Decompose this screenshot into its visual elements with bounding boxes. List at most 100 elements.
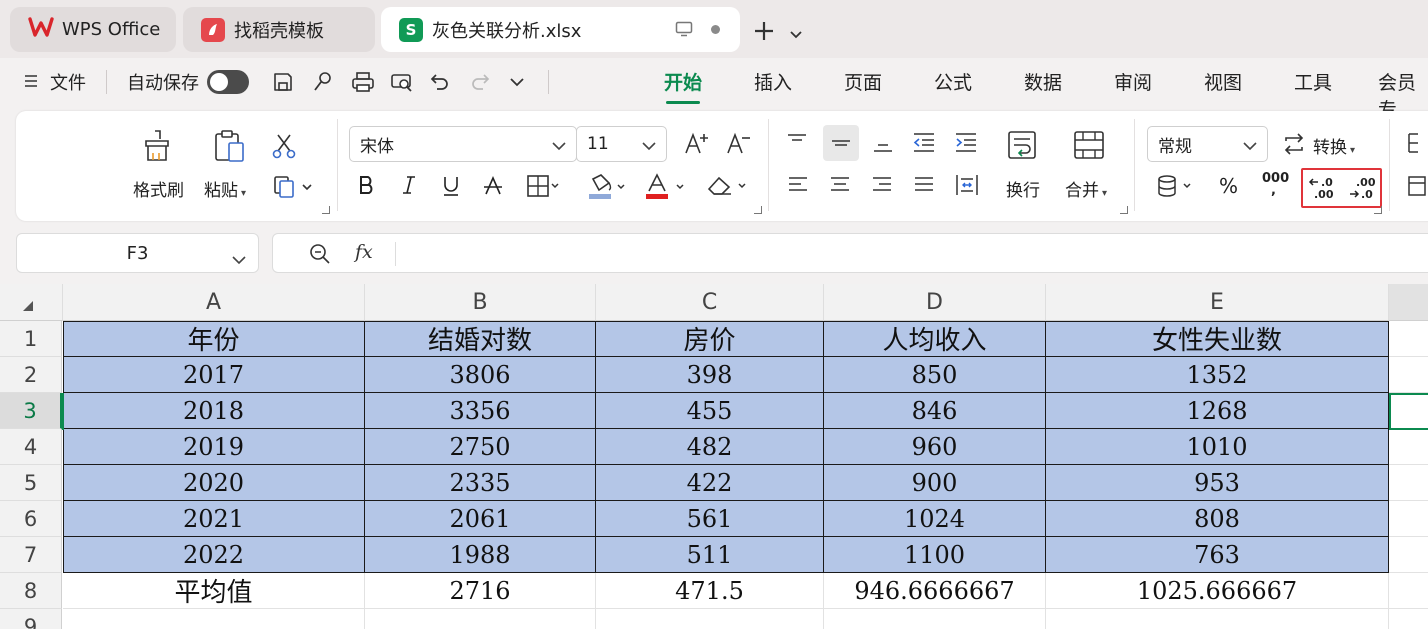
tab-list-chevron-icon[interactable]	[790, 24, 802, 43]
table-cell[interactable]: 平均值	[63, 573, 365, 609]
fx-icon[interactable]: fx	[355, 241, 373, 263]
table-cell[interactable]: 2335	[365, 465, 596, 501]
copy-icon[interactable]	[273, 175, 313, 199]
table-cell[interactable]	[365, 609, 596, 629]
row-header[interactable]: 9	[0, 609, 62, 629]
row-header[interactable]: 3	[0, 393, 62, 429]
table-cell[interactable]: 1025.666667	[1046, 573, 1389, 609]
undo-icon[interactable]	[430, 68, 450, 96]
align-right-icon[interactable]	[871, 175, 893, 195]
table-cell[interactable]: 511	[596, 537, 824, 573]
tab-tools[interactable]: 工具	[1294, 68, 1332, 95]
underline-icon[interactable]	[442, 175, 460, 197]
accounting-format-icon[interactable]	[1156, 174, 1196, 198]
increase-font-size-icon[interactable]	[684, 131, 710, 155]
tab-wps-office[interactable]: WPS Office	[10, 7, 176, 52]
font-launcher-icon[interactable]	[754, 206, 762, 214]
column-header-e[interactable]: E	[1046, 284, 1389, 321]
tab-insert[interactable]: 插入	[754, 68, 792, 95]
wrap-text-icon[interactable]	[1006, 129, 1040, 163]
table-cell[interactable]: 455	[596, 393, 824, 429]
table-cell[interactable]: 900	[824, 465, 1046, 501]
row-header[interactable]: 5	[0, 465, 62, 501]
table-cell[interactable]: 2017	[63, 357, 365, 393]
tab-home[interactable]: 开始	[664, 68, 702, 104]
table-cell[interactable]	[596, 609, 824, 629]
font-size-select[interactable]: 11	[576, 126, 667, 162]
merge-cells-icon[interactable]	[1072, 129, 1106, 163]
table-cell[interactable]: 846	[824, 393, 1046, 429]
formula-input[interactable]: fx	[272, 233, 1428, 273]
table-cell[interactable]: 1010	[1046, 429, 1389, 465]
cell-style-icon[interactable]	[1406, 174, 1428, 198]
column-header-a[interactable]: A	[63, 284, 365, 321]
merge-cells-label[interactable]: 合并 ▾	[1065, 176, 1107, 201]
column-header-d[interactable]: D	[824, 284, 1046, 321]
distribute-icon[interactable]	[955, 173, 979, 197]
table-cell[interactable]	[63, 609, 365, 629]
cut-icon[interactable]	[271, 133, 297, 159]
column-header-f[interactable]	[1389, 284, 1428, 321]
table-cell[interactable]: 3806	[365, 357, 596, 393]
window-icon[interactable]	[675, 21, 693, 42]
save-icon[interactable]	[272, 68, 294, 96]
file-menu[interactable]: 文件	[24, 68, 86, 96]
table-cell[interactable]: 房价	[596, 321, 824, 357]
row-header[interactable]: 6	[0, 501, 62, 537]
table-cell[interactable]: 2018	[63, 393, 365, 429]
new-tab-plus-icon[interactable]	[753, 20, 775, 46]
table-cell[interactable]: 人均收入	[824, 321, 1046, 357]
align-top-icon[interactable]	[786, 131, 808, 151]
column-header-c[interactable]: C	[596, 284, 824, 321]
strikethrough-icon[interactable]	[483, 175, 503, 197]
tab-view[interactable]: 视图	[1204, 68, 1242, 95]
table-cell[interactable]: 1024	[824, 501, 1046, 537]
align-center-icon[interactable]	[829, 175, 851, 195]
tab-review[interactable]: 审阅	[1114, 68, 1152, 95]
thousands-separator-icon[interactable]: 000,	[1262, 172, 1289, 197]
row-header[interactable]: 7	[0, 537, 62, 573]
table-cell[interactable]: 946.6666667	[824, 573, 1046, 609]
alignment-launcher-icon[interactable]	[1120, 206, 1128, 214]
align-left-icon[interactable]	[787, 175, 809, 195]
more-chevron-icon[interactable]	[510, 68, 524, 96]
table-cell[interactable]: 953	[1046, 465, 1389, 501]
chevron-down-icon[interactable]	[232, 249, 246, 270]
tab-formula[interactable]: 公式	[934, 68, 972, 95]
conditional-format-icon[interactable]	[1406, 131, 1428, 155]
paste-icon[interactable]	[213, 129, 247, 163]
increase-indent-icon[interactable]	[954, 131, 978, 153]
table-cell[interactable]: 3356	[365, 393, 596, 429]
decrease-decimal-icon[interactable]: .00.0	[1348, 174, 1376, 200]
clipboard-launcher-icon[interactable]	[322, 206, 330, 214]
bold-icon[interactable]	[358, 175, 376, 195]
italic-icon[interactable]	[400, 175, 418, 195]
row-header[interactable]: 4	[0, 429, 62, 465]
table-cell[interactable]: 482	[596, 429, 824, 465]
format-painter-label[interactable]: 格式刷	[133, 176, 184, 201]
redo-icon[interactable]	[470, 68, 490, 96]
table-cell[interactable]: 808	[1046, 501, 1389, 537]
zoom-lookup-icon[interactable]	[309, 243, 331, 269]
table-cell[interactable]: 2750	[365, 429, 596, 465]
fill-color-icon[interactable]	[587, 173, 627, 201]
print-preview-icon[interactable]	[390, 68, 414, 96]
table-cell[interactable]: 422	[596, 465, 824, 501]
font-color-icon[interactable]	[645, 173, 687, 201]
number-format-select[interactable]: 常规	[1147, 126, 1268, 162]
row-header[interactable]: 1	[0, 321, 62, 357]
align-bottom-icon[interactable]	[872, 135, 894, 155]
decrease-font-size-icon[interactable]	[726, 131, 752, 155]
table-cell[interactable]: 2022	[63, 537, 365, 573]
table-cell[interactable]: 年份	[63, 321, 365, 357]
clear-eraser-icon[interactable]	[705, 174, 749, 198]
table-cell[interactable]: 女性失业数	[1046, 321, 1389, 357]
table-cell[interactable]: 2020	[63, 465, 365, 501]
table-cell[interactable]: 398	[596, 357, 824, 393]
tab-page[interactable]: 页面	[844, 68, 882, 95]
increase-decimal-icon[interactable]: .0.00	[1308, 174, 1336, 200]
share-icon[interactable]	[311, 68, 333, 96]
table-cell[interactable]: 2021	[63, 501, 365, 537]
convert-icon[interactable]	[1282, 133, 1306, 155]
select-all-corner[interactable]	[0, 284, 63, 321]
